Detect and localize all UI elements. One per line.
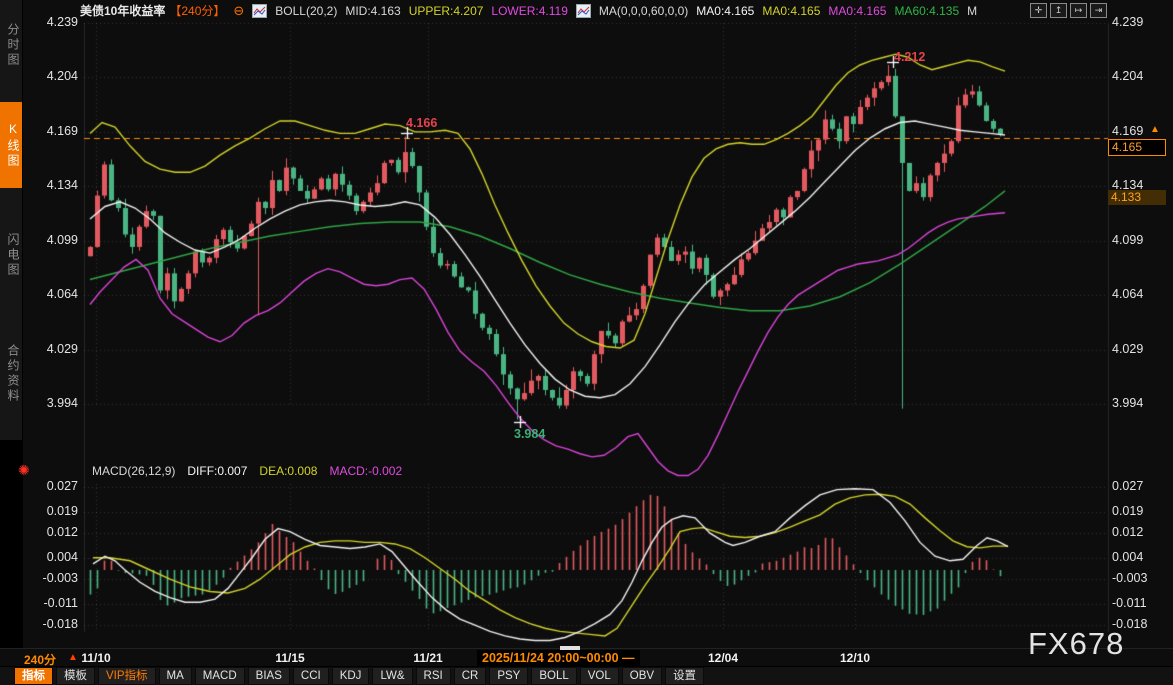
macd-axis-label-right: 0.004 [1112, 550, 1168, 564]
watermark: FX678 [1028, 626, 1124, 662]
symbol-title: 美债10年收益率 [80, 2, 165, 19]
toolbar-button-KDJ[interactable]: KDJ [332, 667, 370, 685]
main-axis-label-left: 4.169 [36, 124, 78, 138]
chart-tool-icons: ✛↥↦⇥ [1030, 3, 1107, 18]
collapse-icon[interactable]: ⊖ [233, 3, 244, 19]
macd-axis-label-left: 0.004 [36, 550, 78, 564]
toolbar-button-CR[interactable]: CR [454, 667, 487, 685]
main-axis-label-right: 3.994 [1112, 396, 1168, 410]
chart-canvas[interactable] [0, 0, 1173, 685]
toolbar-button-BIAS[interactable]: BIAS [248, 667, 290, 685]
ma-indicator-icon[interactable] [576, 4, 591, 18]
macd-value: MACD:-0.002 [329, 464, 402, 478]
toolbar-button-MACD[interactable]: MACD [195, 667, 245, 685]
macd-label: MACD(26,12,9) [92, 464, 175, 478]
toolbar-button-MA[interactable]: MA [159, 667, 192, 685]
toolbar-button-指标[interactable]: 指标 [14, 667, 53, 685]
macd-diff: DIFF:0.007 [187, 464, 247, 478]
boll-lower: LOWER:4.119 [491, 4, 567, 18]
sidebar-item-3[interactable]: 闪电图 [0, 212, 22, 298]
date-label: 11/15 [275, 651, 304, 665]
main-axis-label-left: 4.099 [36, 233, 78, 247]
timeline: 240分 ▲ 2025/11/24 20:00~00:00 — 11/1011/… [0, 648, 1173, 667]
toolbar-button-CCI[interactable]: CCI [293, 667, 329, 685]
macd-axis-label-right: 0.027 [1112, 479, 1168, 493]
main-axis-label-left: 4.204 [36, 69, 78, 83]
annotation-4.212: 4.212 [894, 50, 925, 64]
main-axis-label-left: 3.994 [36, 396, 78, 410]
ma0-yellow: MA0:4.165 [762, 4, 820, 18]
chart-tool-icon-4[interactable]: ⇥ [1090, 3, 1107, 18]
period-label: 【240分】 [169, 2, 225, 19]
macd-axis-label-left: -0.003 [36, 571, 78, 585]
toolbar-button-设置[interactable]: 设置 [665, 667, 704, 685]
chart-tool-icon-3[interactable]: ↦ [1070, 3, 1087, 18]
ref-price-tag: 4.133 [1108, 190, 1166, 205]
macd-dea: DEA:0.008 [259, 464, 317, 478]
chart-tool-icon-2[interactable]: ↥ [1050, 3, 1067, 18]
ma-suffix: M [967, 4, 977, 18]
toolbar-button-PSY[interactable]: PSY [489, 667, 528, 685]
main-axis-label-left: 4.064 [36, 287, 78, 301]
main-axis-label-right: 4.239 [1112, 15, 1168, 29]
macd-axis-label-left: 0.027 [36, 479, 78, 493]
ma0-magenta: MA0:4.165 [828, 4, 886, 18]
toolbar-button-VOL[interactable]: VOL [580, 667, 619, 685]
toolbar-button-OBV[interactable]: OBV [622, 667, 662, 685]
chart-tool-icon-1[interactable]: ✛ [1030, 3, 1047, 18]
main-axis-label-right: 4.204 [1112, 69, 1168, 83]
toolbar-button-BOLL[interactable]: BOLL [531, 667, 576, 685]
indicator-toolbar: 指标模板VIP指标MAMACDBIASCCIKDJLW&RSICRPSYBOLL… [0, 666, 1173, 685]
main-axis-label-left: 4.134 [36, 178, 78, 192]
boll-mid: MID:4.163 [345, 4, 400, 18]
ma60-green: MA60:4.135 [894, 4, 959, 18]
boll-upper: UPPER:4.207 [409, 4, 484, 18]
timeframe-arrow-icon[interactable]: ▲ [68, 652, 78, 663]
ma0-white: MA0:4.165 [696, 4, 754, 18]
annotation-4.166: 4.166 [406, 116, 437, 130]
main-axis-label-right: 4.029 [1112, 342, 1168, 356]
date-label: 12/04 [708, 651, 738, 665]
macd-axis-label-left: 0.019 [36, 504, 78, 518]
boll-indicator-icon[interactable] [252, 4, 267, 18]
last-price-tag: 4.165 [1108, 139, 1166, 156]
macd-axis-label-left: 0.012 [36, 525, 78, 539]
alert-star-icon[interactable]: ✺ [18, 462, 30, 479]
macd-axis-label-left: -0.018 [36, 617, 78, 631]
toolbar-button-LW&[interactable]: LW& [372, 667, 412, 685]
main-axis-label-right: 4.099 [1112, 233, 1168, 247]
toolbar-button-RSI[interactable]: RSI [416, 667, 451, 685]
macd-axis-label-left: -0.011 [36, 596, 78, 610]
macd-axis-label-right: -0.003 [1112, 571, 1168, 585]
macd-legend: MACD(26,12,9) DIFF:0.007 DEA:0.008 MACD:… [92, 464, 402, 478]
sidebar-item-2[interactable]: K线图 [0, 102, 22, 188]
boll-label: BOLL(20,2) [275, 4, 337, 18]
date-label: 11/21 [413, 651, 442, 665]
macd-axis-label-right: 0.012 [1112, 525, 1168, 539]
annotation-3.984: 3.984 [514, 427, 545, 441]
macd-axis-label-right: 0.019 [1112, 504, 1168, 518]
last-price-arrow-icon: ▲ [1150, 124, 1160, 135]
toolbar-button-VIP指标[interactable]: VIP指标 [98, 667, 156, 685]
toolbar-button-模板[interactable]: 模板 [56, 667, 95, 685]
sidebar-item-4[interactable]: 合约资料 [0, 316, 22, 432]
date-label: 12/10 [840, 651, 870, 665]
main-axis-label-left: 4.029 [36, 342, 78, 356]
main-axis-label-left: 4.239 [36, 15, 78, 29]
ma-label: MA(0,0,0,60,0,0) [599, 4, 688, 18]
sidebar-item-1[interactable]: 分时图 [0, 6, 22, 84]
chart-header: 美债10年收益率 【240分】 ⊖ BOLL(20,2) MID:4.163 U… [80, 2, 977, 19]
main-axis-label-right: 4.064 [1112, 287, 1168, 301]
selected-range-box[interactable]: 2025/11/24 20:00~00:00 — [477, 650, 640, 666]
date-label: 11/10 [81, 651, 110, 665]
macd-axis-label-right: -0.011 [1112, 596, 1168, 610]
